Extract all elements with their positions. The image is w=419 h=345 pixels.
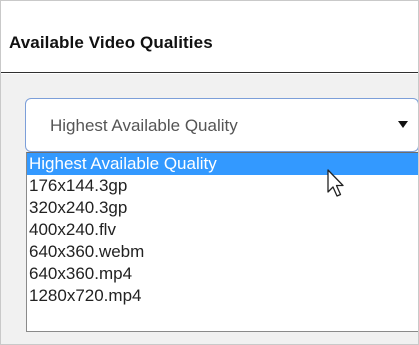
caret-down-icon — [398, 121, 408, 128]
option-640x360-webm[interactable]: 640x360.webm — [27, 241, 418, 263]
video-quality-panel: Available Video Qualities Highest Availa… — [0, 0, 419, 345]
option-640x360-mp4[interactable]: 640x360.mp4 — [27, 263, 418, 285]
option-176x144-3gp[interactable]: 176x144.3gp — [27, 175, 418, 197]
option-highest-available-quality[interactable]: Highest Available Quality — [27, 153, 418, 175]
mouse-pointer-icon — [327, 169, 344, 197]
panel-header: Available Video Qualities — [1, 1, 418, 73]
quality-options-list[interactable]: Highest Available Quality 176x144.3gp 32… — [26, 152, 418, 332]
option-1280x720-mp4[interactable]: 1280x720.mp4 — [27, 285, 418, 307]
option-400x240-flv[interactable]: 400x240.flv — [27, 219, 418, 241]
video-quality-select[interactable]: Highest Available Quality — [25, 98, 418, 152]
option-320x240-3gp[interactable]: 320x240.3gp — [27, 197, 418, 219]
panel-title: Available Video Qualities — [9, 33, 213, 52]
select-current-value: Highest Available Quality — [50, 116, 238, 135]
